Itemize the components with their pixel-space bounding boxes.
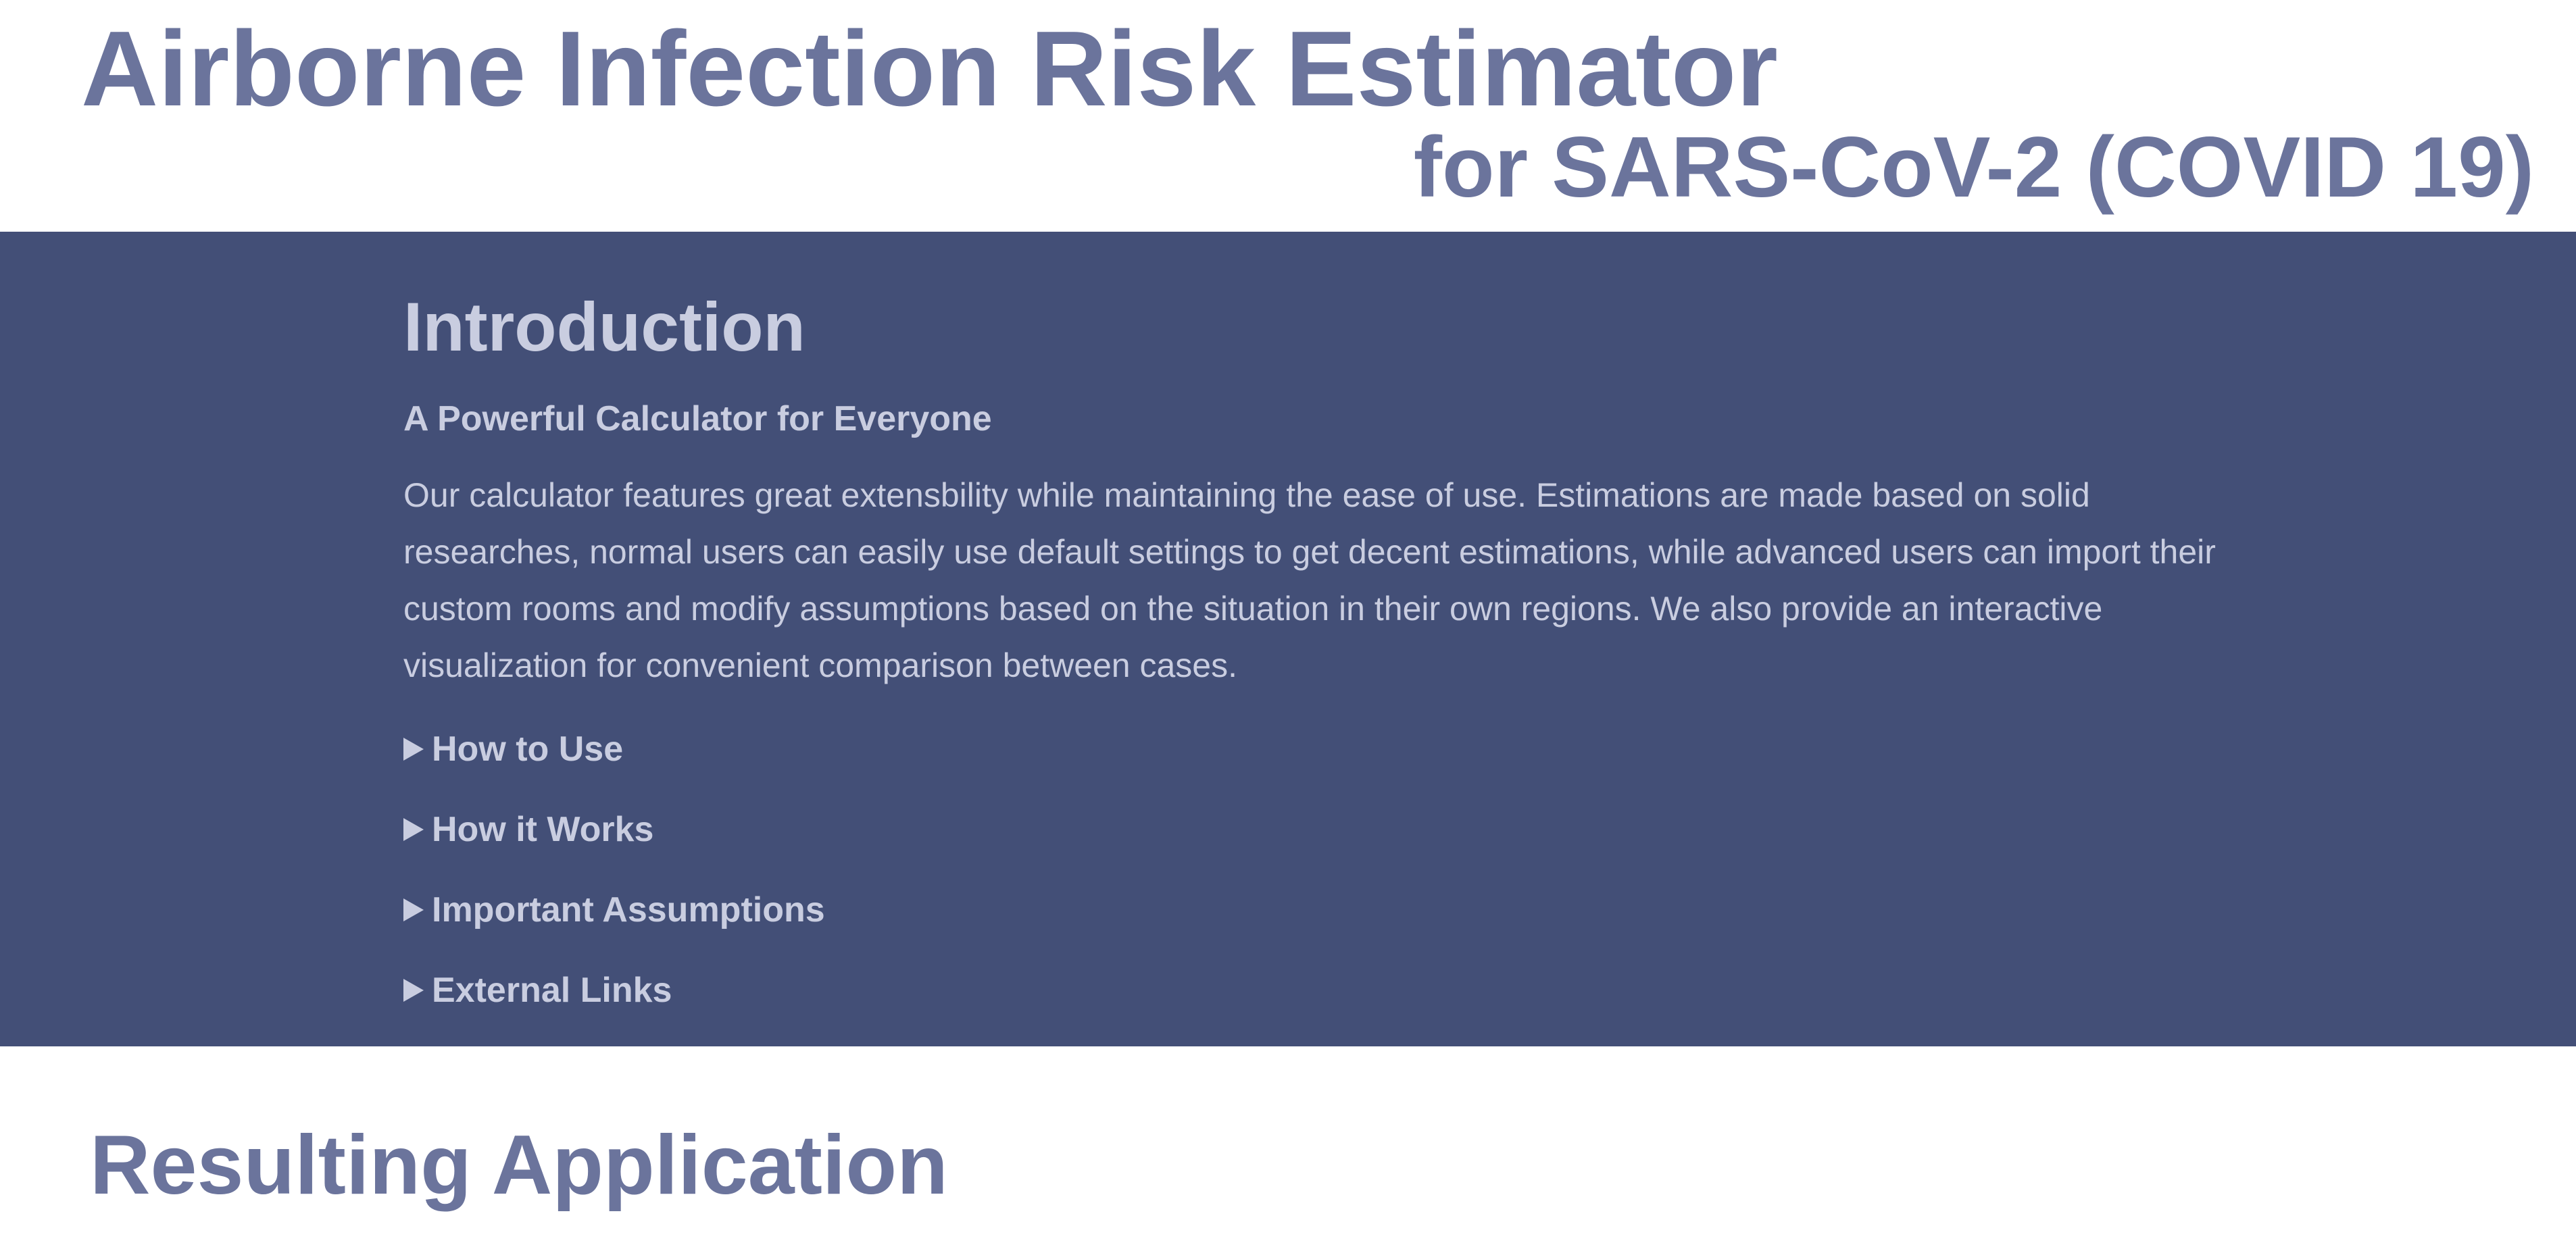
collapsible-how-it-works[interactable]: How it Works — [403, 789, 2228, 869]
page-title: Airborne Infection Risk Estimator — [81, 9, 1778, 128]
introduction-section: Introduction A Powerful Calculator for E… — [0, 232, 2576, 1046]
collapsible-sections: How to Use How it Works Important Assump… — [403, 709, 2228, 1030]
triangle-right-icon — [403, 898, 424, 921]
page-subtitle: for SARS-CoV-2 (COVID 19) — [1413, 119, 2534, 215]
introduction-subheading: A Powerful Calculator for Everyone — [403, 399, 992, 438]
introduction-text: Our calculator features great extensbili… — [403, 476, 2216, 684]
collapsible-label: How it Works — [432, 809, 654, 849]
collapsible-important-assumptions[interactable]: Important Assumptions — [403, 869, 2228, 950]
page-header: Airborne Infection Risk Estimator for SA… — [0, 0, 2576, 232]
resulting-application-heading: Resulting Application — [90, 1119, 948, 1212]
collapsible-label: How to Use — [432, 729, 624, 769]
introduction-content: Introduction A Powerful Calculator for E… — [403, 283, 2228, 1030]
collapsible-how-to-use[interactable]: How to Use — [403, 709, 2228, 789]
triangle-right-icon — [403, 978, 424, 1002]
triangle-right-icon — [403, 737, 424, 761]
collapsible-external-links[interactable]: External Links — [403, 950, 2228, 1030]
introduction-heading: Introduction — [403, 288, 806, 365]
collapsible-label: External Links — [432, 970, 672, 1010]
collapsible-label: Important Assumptions — [432, 890, 825, 930]
triangle-right-icon — [403, 817, 424, 841]
